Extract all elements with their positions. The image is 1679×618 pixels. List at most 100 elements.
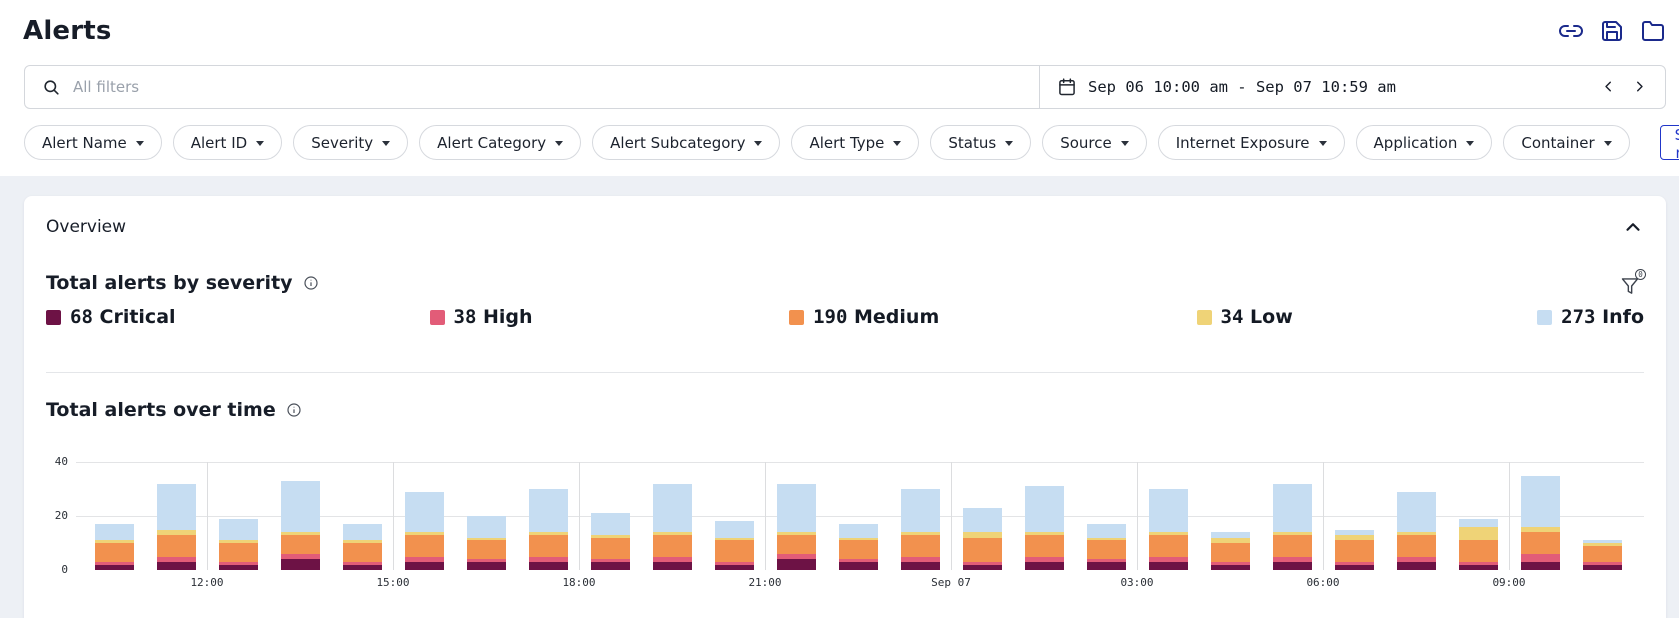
stacked-bar-12:00[interactable]: [218, 518, 258, 570]
bar-segment-medium: [528, 534, 568, 557]
bar-segment-medium: [714, 540, 754, 562]
caret-down-icon: [382, 141, 391, 146]
info-icon[interactable]: [286, 402, 302, 418]
bar-segment-info: [838, 524, 878, 538]
stacked-bar-13:00[interactable]: [280, 480, 320, 570]
stacked-bar-14:00[interactable]: [342, 524, 382, 570]
stacked-bar-19:00[interactable]: [652, 483, 692, 570]
stacked-bar-18:00[interactable]: [590, 513, 630, 570]
bar-segment-info: [590, 513, 630, 535]
bar-segment-info: [1272, 483, 1312, 533]
bar-segment-medium: [590, 537, 630, 560]
legend-swatch: [429, 309, 445, 325]
stacked-bar-04:00[interactable]: [1210, 532, 1250, 570]
filter-chip-application[interactable]: Application: [1355, 125, 1493, 160]
bar-segment-critical: [1458, 564, 1498, 570]
date-range-picker[interactable]: Sep 06 10:00 am - Sep 07 10:59 am: [1039, 66, 1665, 108]
stacked-bar-20:00[interactable]: [714, 521, 754, 570]
bar-segment-info: [1458, 518, 1498, 527]
stacked-bar-01:00[interactable]: [1024, 486, 1064, 570]
collapse-overview-button[interactable]: [1622, 216, 1644, 238]
legend-item-info[interactable]: 273 Info: [1537, 306, 1644, 328]
x-gridline: [1509, 462, 1510, 570]
bar-segment-info: [342, 524, 382, 541]
bar-segment-critical: [404, 561, 444, 570]
copy-link-button[interactable]: [1559, 19, 1583, 43]
bar-segment-low: [1458, 526, 1498, 541]
header-actions: [1559, 19, 1671, 43]
caret-down-icon: [256, 141, 265, 146]
legend-item-low[interactable]: 34 Low: [1196, 306, 1538, 328]
stacked-bar-06:00[interactable]: [1334, 529, 1374, 570]
stacked-bar-03:00[interactable]: [1148, 489, 1188, 570]
stacked-bar-07:00[interactable]: [1396, 491, 1436, 570]
date-prev-button[interactable]: [1599, 78, 1617, 96]
bar-segment-info: [156, 483, 196, 530]
y-axis-tick: 20: [54, 509, 68, 522]
date-next-button[interactable]: [1630, 78, 1648, 96]
widget-filter-button[interactable]: 0: [1620, 269, 1646, 296]
legend-item-medium[interactable]: 190 Medium: [789, 306, 1196, 328]
folder-icon: [1642, 21, 1664, 41]
bar-segment-critical: [590, 561, 630, 570]
filter-chip-container[interactable]: Container: [1503, 125, 1630, 160]
stacked-bar-21:00[interactable]: [776, 483, 816, 570]
stacked-bar-23:00[interactable]: [900, 489, 940, 570]
bar-segment-medium: [1334, 540, 1374, 562]
bar-segment-medium: [1210, 543, 1250, 562]
stacked-bar-11:00[interactable]: [156, 483, 196, 570]
x-axis-tick: 03:00: [1120, 576, 1154, 589]
stacked-bar-02:00[interactable]: [1086, 524, 1126, 570]
filter-chip-alert-subcategory[interactable]: Alert Subcategory: [592, 125, 781, 160]
legend-item-critical[interactable]: 68 Critical: [46, 306, 430, 328]
bar-segment-critical: [962, 564, 1002, 570]
legend-item-high[interactable]: 38 High: [429, 306, 790, 328]
search-icon: [44, 79, 59, 95]
filter-chip-alert-name[interactable]: Alert Name: [24, 125, 162, 160]
info-icon[interactable]: [303, 275, 319, 291]
stacked-bar-16:00[interactable]: [466, 516, 506, 570]
stacked-bar-00:00[interactable]: [962, 507, 1002, 570]
bar-segment-critical: [1210, 564, 1250, 570]
show-more-button[interactable]: Show more: [1659, 125, 1679, 162]
saved-views-button[interactable]: [1641, 19, 1665, 43]
bar-segment-critical: [838, 561, 878, 570]
stacked-bar-15:00[interactable]: [404, 491, 444, 570]
stacked-bar-10:00[interactable]: [1582, 540, 1622, 570]
bar-segment-critical: [776, 559, 816, 570]
bar-segment-high: [1520, 553, 1560, 562]
alerts-over-time-chart: 0 20 40 12:00 15:00 18:00 21:00 Sep 07 03:00 06:0…: [46, 429, 1644, 597]
stacked-bar-17:00[interactable]: [528, 489, 568, 570]
filter-chip-severity[interactable]: Severity: [293, 125, 409, 160]
bar-segment-critical: [652, 561, 692, 570]
bar-segment-critical: [1582, 564, 1622, 570]
stacked-bar-09:00[interactable]: [1520, 475, 1560, 570]
stacked-bar-08:00[interactable]: [1458, 518, 1498, 570]
page-title: Alerts: [23, 16, 112, 46]
stacked-bar-10:00[interactable]: [94, 524, 134, 570]
bar-segment-info: [280, 480, 320, 533]
bar-segment-medium: [962, 537, 1002, 562]
filter-chip-source[interactable]: Source: [1042, 125, 1147, 160]
legend-swatch: [1537, 309, 1553, 325]
legend-label: 273 Info: [1561, 306, 1644, 328]
legend-swatch: [789, 309, 805, 325]
filter-chip-status[interactable]: Status: [930, 125, 1032, 160]
bar-segment-critical: [714, 564, 754, 570]
x-gridline: [1137, 462, 1138, 570]
bar-segment-medium: [1272, 534, 1312, 557]
filter-chip-internet-exposure[interactable]: Internet Exposure: [1157, 125, 1345, 160]
bar-segment-critical: [528, 561, 568, 570]
legend-label: 38 High: [453, 306, 533, 328]
bar-segment-critical: [156, 561, 196, 570]
bar-segment-medium: [1520, 532, 1560, 554]
filter-chip-alert-type[interactable]: Alert Type: [791, 125, 920, 160]
filter-chip-alert-category[interactable]: Alert Category: [419, 125, 582, 160]
bar-segment-info: [962, 507, 1002, 533]
save-view-button[interactable]: [1600, 19, 1624, 43]
caret-down-icon: [1466, 141, 1475, 146]
filter-chip-alert-id[interactable]: Alert ID: [172, 125, 283, 160]
stacked-bar-05:00[interactable]: [1272, 483, 1312, 570]
all-filters-input[interactable]: [73, 78, 1039, 96]
stacked-bar-22:00[interactable]: [838, 524, 878, 570]
